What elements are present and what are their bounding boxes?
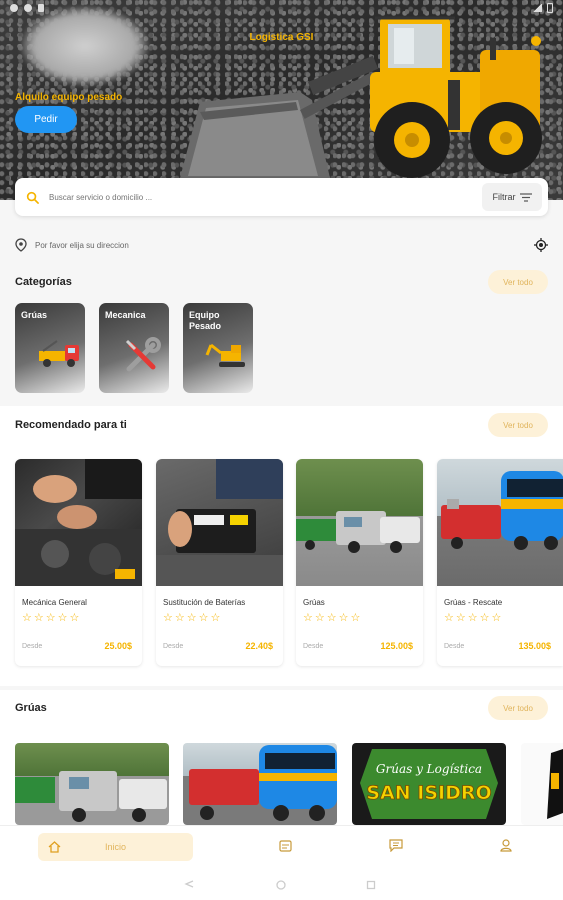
service-name: Sustitución de Baterías: [163, 598, 246, 607]
search-icon: [15, 191, 49, 204]
san-isidro-logo: Grúas y Logística SAN ISIDRO: [360, 749, 498, 819]
gruas-see-all-button[interactable]: Ver todo: [488, 696, 548, 720]
user-icon[interactable]: [500, 839, 512, 852]
recommended-see-all-button[interactable]: Ver todo: [488, 413, 548, 437]
service-image-mechanic: [15, 459, 142, 586]
wrench-screwdriver-icon: [125, 337, 161, 372]
rating-stars: ☆ ☆ ☆ ☆ ☆: [303, 612, 361, 624]
category-equipo-pesado[interactable]: Equipo Pesado: [183, 303, 253, 393]
service-name: Grúas - Rescate: [444, 598, 503, 607]
service-price: 135.00$: [518, 641, 551, 651]
nav-home-label: Inicio: [104, 842, 126, 852]
gruas-title: Grúas: [15, 702, 47, 714]
category-label: Equipo Pesado: [189, 310, 222, 331]
service-name: Mecánica General: [22, 598, 87, 607]
service-card[interactable]: Mecánica General ☆ ☆ ☆ ☆ ☆ Desde 25.00$: [15, 459, 142, 666]
signal-icon: [533, 4, 542, 12]
bottom-navigation: Inicio: [0, 825, 563, 867]
gruas-logo-card[interactable]: Grúas y Logística SAN ISIDRO: [352, 743, 506, 825]
my-location-icon[interactable]: [534, 238, 548, 252]
excavator-icon: [205, 343, 245, 367]
recents-icon[interactable]: [366, 880, 376, 890]
recommended-title: Recomendado para ti: [15, 419, 127, 431]
filter-label: Filtrar: [492, 192, 516, 202]
service-image-rescue: [437, 459, 563, 586]
service-price: 25.00$: [104, 641, 132, 651]
battery-icon: [547, 3, 553, 13]
location-pin-icon: [15, 238, 27, 252]
back-icon[interactable]: [184, 880, 194, 888]
gruas-card-image[interactable]: [15, 743, 169, 825]
category-label: Grúas: [21, 310, 48, 320]
service-price: 125.00$: [380, 641, 413, 651]
nav-home-tab[interactable]: Inicio: [38, 833, 193, 861]
search-bar: Filtrar: [15, 178, 548, 216]
rating-stars: ☆ ☆ ☆ ☆ ☆: [444, 612, 502, 624]
status-bar: [0, 0, 563, 16]
category-label: Mecanica: [105, 310, 146, 320]
service-card[interactable]: Grúas - Rescate ☆ ☆ ☆ ☆ ☆ Desde 135.00$: [437, 459, 563, 666]
price-from-label: Desde: [303, 643, 324, 650]
status-icon: [24, 4, 32, 12]
categories-see-all-button[interactable]: Ver todo: [488, 270, 548, 294]
hero-banner: Logistica GSI Alquilo equipo pesado Pedi…: [0, 0, 563, 200]
service-price: 22.40$: [245, 641, 273, 651]
status-icon: [38, 4, 44, 12]
svg-text:Grúas y Logística: Grúas y Logística: [376, 762, 482, 776]
system-navigation-bar: [0, 867, 563, 900]
service-card[interactable]: Sustitución de Baterías ☆ ☆ ☆ ☆ ☆ Desde 22.4…: [156, 459, 283, 666]
pedir-button[interactable]: Pedir: [15, 106, 77, 133]
location-prompt: Por favor elija su direccion: [35, 240, 129, 250]
notification-badge-icon[interactable]: [531, 36, 541, 46]
gruas-card-image[interactable]: [183, 743, 337, 825]
calendar-icon[interactable]: [279, 839, 292, 852]
rating-stars: ☆ ☆ ☆ ☆ ☆: [22, 612, 80, 624]
filter-button[interactable]: Filtrar: [482, 183, 542, 211]
category-mecanica[interactable]: Mecanica: [99, 303, 169, 393]
blurred-logo: [20, 6, 150, 86]
service-card[interactable]: Grúas ☆ ☆ ☆ ☆ ☆ Desde 125.00$: [296, 459, 423, 666]
location-row[interactable]: Por favor elija su direccion: [15, 235, 548, 255]
service-image-tow-trucks: [296, 459, 423, 586]
price-from-label: Desde: [22, 643, 43, 650]
filter-icon: [519, 192, 532, 202]
home-button-icon[interactable]: [276, 880, 286, 890]
categories-title: Categorías: [15, 276, 72, 288]
rating-stars: ☆ ☆ ☆ ☆ ☆: [163, 612, 221, 624]
status-icon: [10, 4, 18, 12]
search-input[interactable]: [49, 192, 482, 202]
gruas-card-image[interactable]: [521, 743, 563, 825]
chat-icon[interactable]: [389, 839, 403, 852]
svg-text:SAN ISIDRO: SAN ISIDRO: [366, 782, 491, 804]
service-name: Grúas: [303, 598, 325, 607]
price-from-label: Desde: [163, 643, 184, 650]
hero-subtitle: Alquilo equipo pesado: [15, 92, 123, 103]
hero-title: Logistica GSI: [249, 32, 314, 43]
tow-truck-icon: [39, 340, 79, 367]
service-image-battery: [156, 459, 283, 586]
price-from-label: Desde: [444, 643, 465, 650]
category-gruas[interactable]: Grúas: [15, 303, 85, 393]
